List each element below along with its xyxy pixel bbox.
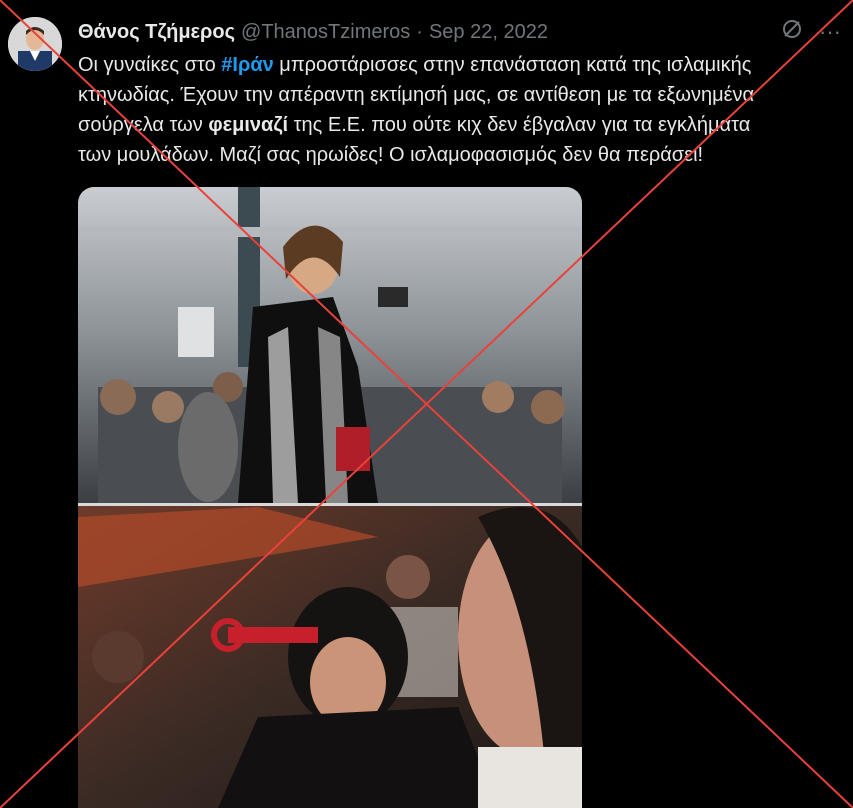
- tweet-text-segment: Οι γυναίκες στο: [78, 54, 222, 76]
- tweet-line-4: των μουλάδων. Μαζί σας ηρωίδες! Ο ισλαμο…: [78, 144, 704, 166]
- bold-term: φεμιναζί: [208, 114, 289, 136]
- slash-circle-icon[interactable]: [781, 18, 803, 46]
- author-handle[interactable]: @ThanosTzimeros: [241, 21, 410, 44]
- avatar-image: [8, 17, 62, 71]
- more-icon[interactable]: ···: [819, 19, 841, 45]
- tweet-media[interactable]: [78, 187, 582, 808]
- tweet-date[interactable]: Sep 22, 2022: [429, 21, 548, 44]
- author-avatar[interactable]: [8, 17, 62, 71]
- tweet-text-segment: μπροστάρισσες στην επανάσταση κατά της ι…: [273, 54, 752, 76]
- photo-bottom: [78, 506, 582, 808]
- media-collage: [78, 187, 582, 808]
- photo-top: [78, 187, 582, 503]
- tweet-body: Οι γυναίκες στο #Ιράν μπροστάρισσες στην…: [78, 50, 853, 170]
- hashtag-link[interactable]: #Ιράν: [221, 54, 273, 76]
- tweet-line-3: σούργελα των φεμιναζί της Ε.Ε. που ούτε …: [78, 110, 853, 140]
- header-separator: ·: [416, 20, 423, 43]
- tweet-text-segment: σούργελα των: [78, 114, 209, 136]
- header-actions: ···: [781, 18, 841, 46]
- author-name[interactable]: Θάνος Τζήμερος: [78, 21, 235, 44]
- tweet-header: Θάνος Τζήμερος @ThanosTzimeros · Sep 22,…: [78, 18, 845, 46]
- tweet-line-2: κτηνωδίας. Έχουν την απέραντη εκτίμησή μ…: [78, 84, 755, 106]
- tweet-line-1: Οι γυναίκες στο #Ιράν μπροστάρισσες στην…: [78, 50, 853, 80]
- tweet-text-segment: της Ε.Ε. που ούτε κιχ δεν έβγαλαν για τα…: [288, 114, 751, 136]
